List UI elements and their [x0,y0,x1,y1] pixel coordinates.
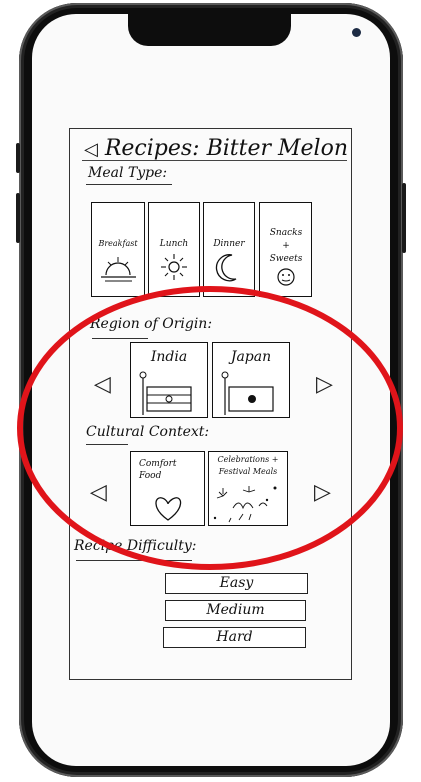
cookie-icon [277,268,295,286]
cultural-option-label: Comfort Food [139,459,177,481]
cultural-underline [86,444,128,445]
difficulty-option-hard[interactable]: Hard [163,627,306,648]
cultural-option-comfort-food[interactable]: Comfort Food [130,451,205,526]
meal-option-label: Breakfast [98,239,138,248]
region-option-japan[interactable]: Japan [212,342,290,418]
meal-option-dinner[interactable]: Dinner [203,202,255,297]
moon-icon [215,254,237,282]
title-divider [82,160,347,161]
camera-icon [352,28,361,37]
region-prev-arrow[interactable]: ◁ [94,372,111,397]
india-flag-icon [139,371,192,415]
sunrise-icon [101,257,136,282]
meal-option-breakfast[interactable]: Breakfast [91,202,145,297]
region-option-india[interactable]: India [130,342,208,418]
cultural-option-label: Celebrations + Festival Meals [217,455,279,476]
cultural-prev-arrow[interactable]: ◁ [90,480,107,505]
page-title: ◁ Recipes: Bitter Melon [84,136,348,161]
fireworks-icon [213,486,277,523]
back-icon[interactable]: ◁ [84,139,98,160]
region-option-label: India [150,349,188,365]
difficulty-label: Recipe Difficulty: [74,538,197,554]
region-underline [92,338,148,339]
region-next-arrow[interactable]: ▷ [316,372,333,397]
meal-option-snacks[interactable]: Snacks + Sweets [259,202,312,297]
page-title-text: Recipes: Bitter Melon [104,136,348,161]
difficulty-option-medium[interactable]: Medium [165,600,306,621]
heart-icon [155,497,182,521]
meal-option-lunch[interactable]: Lunch [148,202,200,297]
region-option-label: Japan [230,349,272,365]
meal-option-label: Snacks + Sweets [269,228,303,264]
meal-option-label: Lunch [159,239,189,249]
meal-option-label: Dinner [213,239,245,249]
difficulty-underline [76,560,192,561]
phone-side-button [16,193,20,243]
region-label: Region of Origin: [90,316,213,332]
phone-side-button [402,183,406,253]
phone-side-button [16,143,20,173]
japan-flag-icon [221,371,274,415]
sun-icon [161,254,187,280]
cultural-option-celebrations[interactable]: Celebrations + Festival Meals [208,451,288,526]
meal-type-underline [86,184,172,185]
cultural-label: Cultural Context: [86,424,210,440]
cultural-next-arrow[interactable]: ▷ [314,480,331,505]
phone-notch [128,14,361,46]
difficulty-option-easy[interactable]: Easy [165,573,308,594]
meal-type-label: Meal Type: [88,165,168,181]
